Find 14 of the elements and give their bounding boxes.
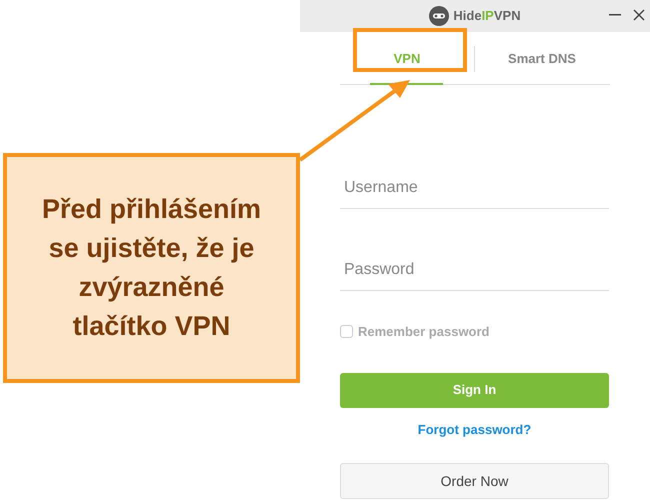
input-field[interactable]: Password [340,249,609,291]
close-icon[interactable] [633,9,645,21]
logo-icon [429,6,450,26]
order-now-button[interactable]: Order Now [340,463,609,499]
callout-text: Před přihlášením se ujistěte, že je zvýrazněné tlačítko VPN [40,193,262,343]
tab[interactable]: VPN [386,48,428,68]
forgot-password-link[interactable]: Forgot password? [418,420,532,439]
sign-in-button[interactable]: Sign In [340,372,609,408]
remember-label: Remember password [358,323,490,341]
remember-checkbox[interactable] [340,325,353,338]
minimize-icon[interactable] [609,14,621,16]
input-field[interactable]: Username [340,167,609,209]
tab[interactable]: Smart DNS [500,48,584,68]
app-logo: HideIPVPN [453,7,521,26]
